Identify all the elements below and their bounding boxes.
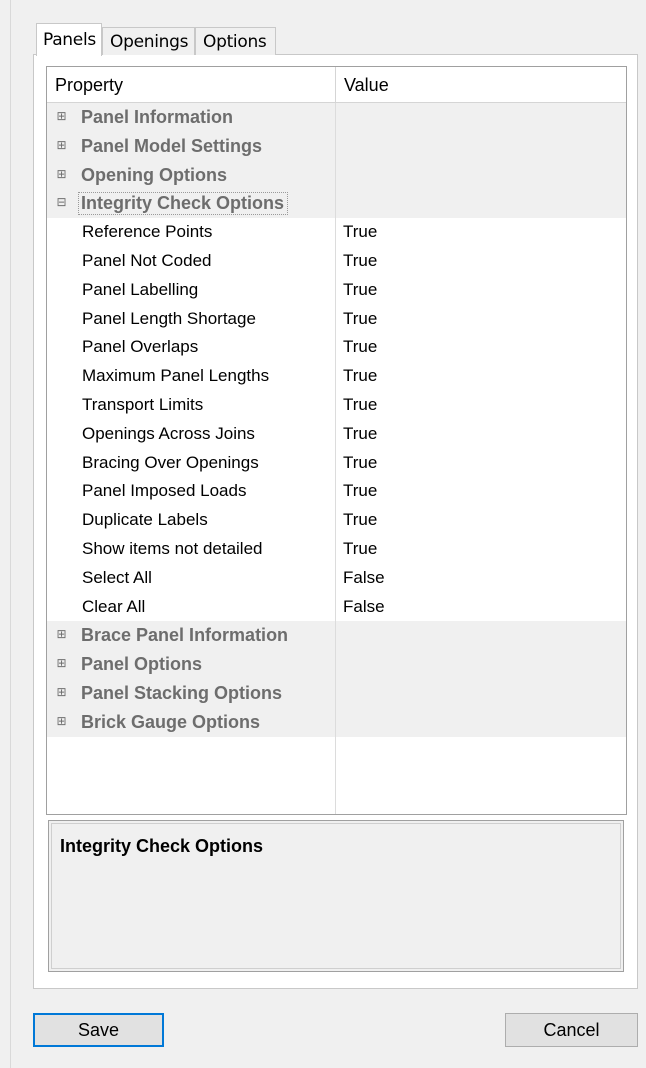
property-label: Transport Limits [82,394,204,414]
category-label: Panel Model Settings [81,135,263,156]
property-row[interactable]: Maximum Panel Lengths True [47,362,626,391]
description-inner: Integrity Check Options [51,823,621,969]
category-label: Panel Options [81,654,203,675]
category-row[interactable]: ⊞ Panel Stacking Options [47,678,626,708]
expand-icon[interactable]: ⊞ [56,110,67,122]
property-label: Panel Not Coded [82,250,212,270]
category-label: Brace Panel Information [81,625,289,646]
property-row[interactable]: Reference Points True [47,218,626,247]
category-label: Panel Information [81,107,234,127]
property-value[interactable]: True [343,477,377,506]
expand-icon[interactable]: ⊞ [56,628,67,640]
value-column-header: Value [344,75,389,95]
category-label: Opening Options [81,164,227,185]
property-row[interactable]: Duplicate Labels True [47,506,626,535]
property-row[interactable]: Clear All False [47,593,626,622]
property-value[interactable]: True [343,305,377,334]
property-value[interactable]: True [343,391,377,420]
description-panel: Integrity Check Options [48,820,624,972]
category-label: Panel Stacking Options [81,682,283,703]
property-row[interactable]: Panel Labelling True [47,276,626,305]
property-label: Panel Labelling [82,279,199,299]
property-row[interactable]: Select All False [47,564,626,593]
category-label: Brick Gauge Options [81,711,261,732]
property-label: Panel Length Shortage [82,308,256,328]
collapse-icon[interactable]: ⊟ [56,196,67,208]
property-label: Panel Overlaps [82,337,199,357]
property-value[interactable]: True [343,362,377,391]
expand-icon[interactable]: ⊞ [56,686,67,698]
property-label: Show items not detailed [82,538,263,558]
property-row[interactable]: Panel Length Shortage True [47,305,626,334]
property-value[interactable]: False [343,593,385,622]
property-label: Openings Across Joins [82,423,255,443]
property-row[interactable]: Transport Limits True [47,391,626,420]
property-label: Maximum Panel Lengths [82,366,270,386]
category-row[interactable]: ⊞ Brace Panel Information [47,621,626,651]
property-value[interactable]: False [343,564,385,593]
property-value[interactable]: True [343,247,377,276]
property-value[interactable]: True [343,333,377,362]
property-label: Duplicate Labels [82,510,208,530]
property-value[interactable]: True [343,449,377,478]
property-value[interactable]: True [343,535,377,564]
property-value[interactable]: True [343,506,377,535]
property-row[interactable]: Panel Overlaps True [47,333,626,362]
category-row[interactable]: ⊞ Panel Information [47,103,626,132]
property-label: Panel Imposed Loads [82,481,247,501]
property-label: Clear All [82,596,146,616]
category-row[interactable]: ⊞ Brick Gauge Options [47,707,626,737]
expand-icon[interactable]: ⊞ [56,657,67,669]
property-value[interactable]: True [343,420,377,449]
property-row[interactable]: Panel Imposed Loads True [47,477,626,506]
window-edge [10,0,11,1068]
expand-icon[interactable]: ⊞ [56,168,67,180]
save-button[interactable]: Save [33,1013,164,1047]
column-divider[interactable] [335,103,336,814]
property-label: Reference Points [82,222,213,242]
category-row[interactable]: ⊟ Integrity Check Options [47,189,626,219]
category-row[interactable]: ⊞ Opening Options [47,160,626,190]
category-label: Integrity Check Options [78,192,289,216]
header-divider[interactable] [335,67,336,103]
property-row[interactable]: Show items not detailed True [47,535,626,564]
property-value[interactable]: True [343,218,377,247]
tab-panels[interactable]: Panels [36,23,102,56]
property-value[interactable]: True [343,276,377,305]
tab-options[interactable]: Options [195,27,276,55]
property-row[interactable]: Openings Across Joins True [47,420,626,449]
grid-rows: ⊞ Panel Information ⊞ Panel Model Settings ⊞… [47,103,626,737]
property-label: Bracing Over Openings [82,452,259,472]
property-row[interactable]: Panel Not Coded True [47,247,626,276]
property-column-header: Property [55,75,124,95]
expand-icon[interactable]: ⊞ [56,715,67,727]
property-row[interactable]: Bracing Over Openings True [47,449,626,478]
tab-openings[interactable]: Openings [102,27,195,55]
description-title: Integrity Check Options [60,836,264,856]
category-row[interactable]: ⊞ Panel Options [47,650,626,679]
grid-header: Property Value [47,67,626,103]
property-label: Select All [82,567,152,587]
cancel-button[interactable]: Cancel [505,1013,638,1047]
expand-icon[interactable]: ⊞ [56,139,67,151]
category-row[interactable]: ⊞ Panel Model Settings [47,131,626,161]
property-grid[interactable]: Property Value ⊞ Panel Information ⊞ Panel … [46,66,627,815]
